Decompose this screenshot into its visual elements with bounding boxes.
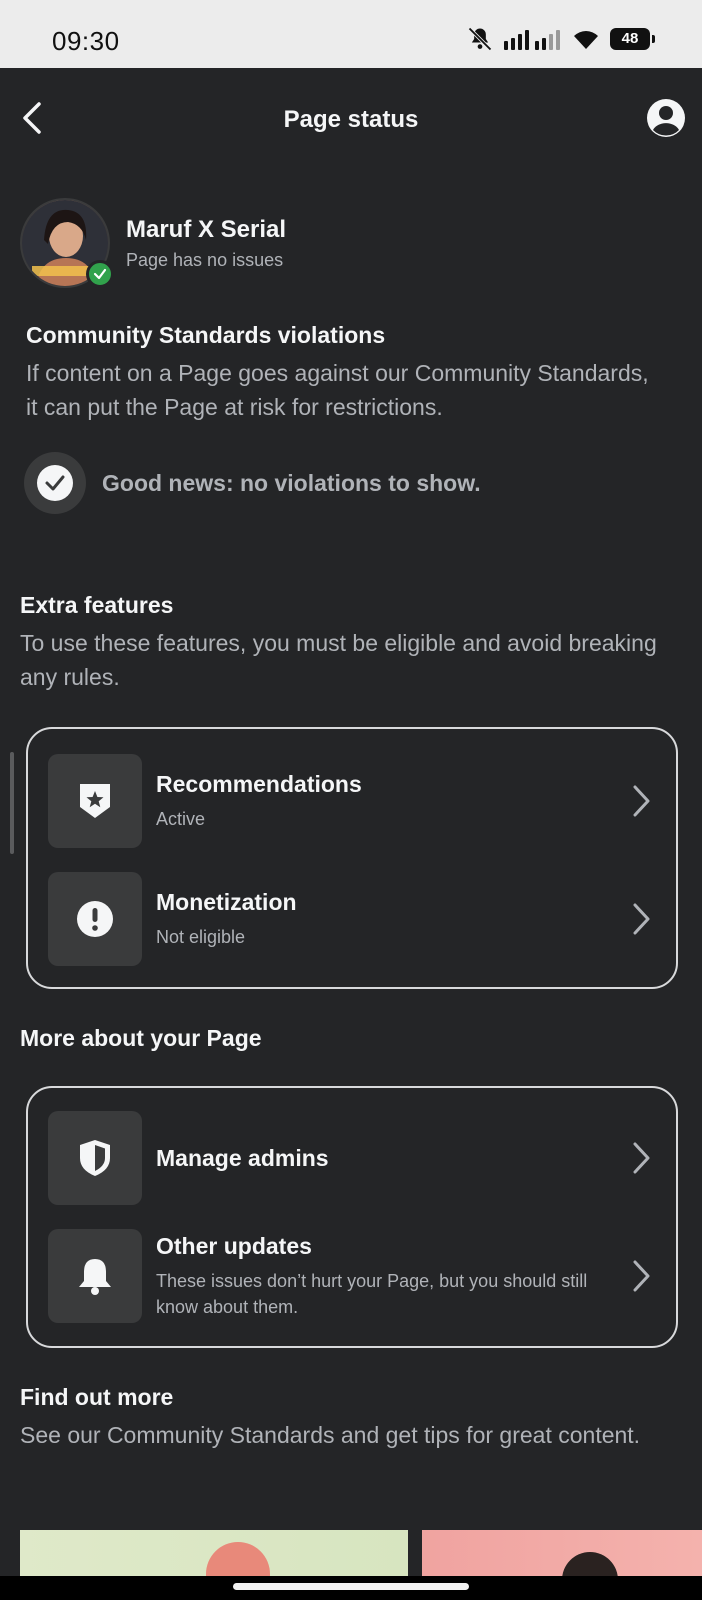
scrollbar[interactable]	[10, 752, 14, 854]
bell-icon	[79, 1259, 111, 1295]
signal-icon	[504, 30, 560, 50]
check-circle-icon	[24, 452, 86, 514]
manage-admins-icon-box	[48, 1111, 142, 1205]
other-updates-description: These issues don’t hurt your Page, but y…	[156, 1270, 588, 1317]
recommendations-status: Active	[156, 808, 206, 829]
find-out-more-title: Find out more	[20, 1384, 174, 1410]
community-standards-title: Community Standards violations	[26, 322, 386, 348]
extra-features-card: Recommendations Active Monetization Not …	[26, 727, 678, 989]
chevron-right-icon	[626, 783, 656, 819]
promo-card-tips[interactable]	[422, 1530, 702, 1576]
chevron-right-icon	[626, 1140, 656, 1176]
recommendations-title: Recommendations	[156, 770, 362, 797]
extra-features-title: Extra features	[20, 592, 174, 618]
monetization-title: Monetization	[156, 888, 297, 915]
manage-admins-title: Manage admins	[156, 1144, 329, 1171]
other-updates-row[interactable]: Other updates These issues don’t hurt yo…	[48, 1228, 656, 1324]
page-name: Maruf X Serial	[126, 216, 287, 243]
monetization-icon-box	[48, 872, 142, 966]
verified-check-icon	[86, 260, 114, 288]
more-about-card: Manage admins Other updates These issues…	[26, 1086, 678, 1348]
manage-admins-row[interactable]: Manage admins	[48, 1110, 656, 1206]
exclamation-icon	[77, 901, 113, 937]
extra-features-description: To use these features, you must be eligi…	[20, 630, 657, 690]
mute-bell-icon	[468, 27, 492, 51]
profile-icon	[647, 99, 685, 137]
profile-button[interactable]	[646, 98, 686, 138]
page-status-text: Page has no issues	[126, 250, 284, 270]
system-nav-bar	[0, 1576, 702, 1600]
shield-icon	[80, 1140, 110, 1176]
chevron-right-icon	[626, 1258, 656, 1294]
shield-star-icon	[80, 784, 110, 818]
monetization-row[interactable]: Monetization Not eligible	[48, 871, 656, 967]
status-time: 09:30	[52, 26, 120, 56]
wifi-icon	[574, 31, 598, 49]
recommendations-row[interactable]: Recommendations Active	[48, 753, 656, 849]
no-violations-row: Good news: no violations to show.	[24, 452, 481, 514]
status-icons: 48	[466, 24, 655, 54]
status-bar: 09:30 48	[0, 0, 702, 68]
chevron-right-icon	[626, 901, 656, 937]
recommendations-icon-box	[48, 754, 142, 848]
battery-level: 48	[610, 28, 655, 50]
other-updates-title: Other updates	[156, 1232, 312, 1259]
more-about-title: More about your Page	[20, 1025, 262, 1051]
page-header: Maruf X Serial Page has no issues	[20, 198, 680, 290]
no-violations-text: Good news: no violations to show.	[102, 469, 481, 496]
monetization-status: Not eligible	[156, 926, 246, 947]
home-indicator[interactable]	[233, 1583, 469, 1590]
other-updates-icon-box	[48, 1229, 142, 1323]
page-title: Page status	[283, 106, 419, 133]
top-bar: Page status	[0, 68, 702, 172]
promo-card-community-standards[interactable]	[20, 1530, 408, 1576]
community-standards-description: If content on a Page goes against our Co…	[26, 360, 649, 420]
find-out-more-description: See our Community Standards and get tips…	[20, 1422, 641, 1448]
